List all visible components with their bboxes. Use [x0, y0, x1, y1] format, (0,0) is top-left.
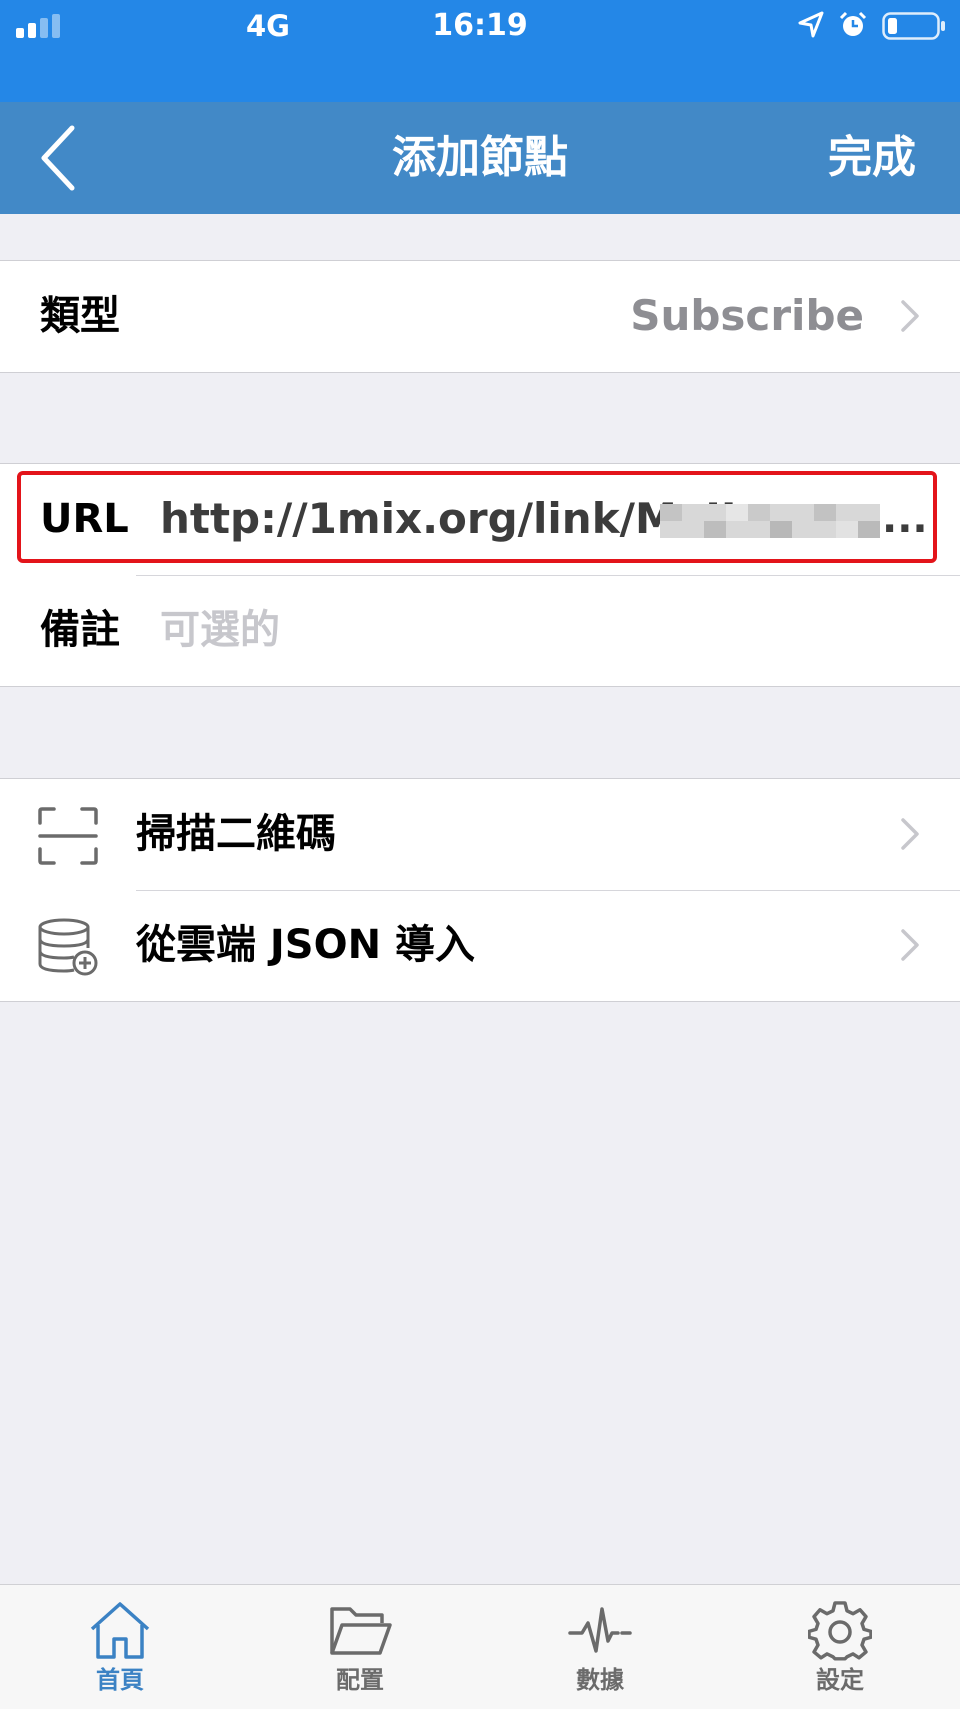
url-label: URL	[40, 496, 129, 542]
type-label: 類型	[40, 293, 120, 339]
tab-config-label: 配置	[336, 1666, 384, 1694]
navigation-bar: 添加節點 完成	[0, 102, 960, 214]
tab-settings-label: 設定	[816, 1666, 864, 1694]
note-input[interactable]	[160, 603, 920, 657]
type-row[interactable]: 類型 Subscribe	[0, 261, 960, 372]
tab-bar: 首頁 配置 數據 設定	[0, 1584, 960, 1709]
tab-data[interactable]: 數據	[480, 1585, 720, 1709]
page-title: 添加節點	[392, 132, 568, 183]
chevron-right-icon	[901, 929, 919, 961]
scan-qr-icon	[38, 807, 98, 865]
battery-icon	[882, 12, 945, 40]
import-json-row[interactable]: 從雲端 JSON 導入	[0, 890, 960, 1001]
scan-qr-label: 掃描二維碼	[136, 811, 336, 857]
note-label: 備註	[40, 607, 120, 653]
tab-home-label: 首頁	[96, 1666, 144, 1694]
tab-home[interactable]: 首頁	[0, 1585, 240, 1709]
pulse-icon	[568, 1607, 632, 1653]
tab-config[interactable]: 配置	[240, 1585, 480, 1709]
done-button[interactable]: 完成	[828, 132, 916, 184]
tab-settings[interactable]: 設定	[720, 1585, 960, 1709]
tab-data-label: 數據	[576, 1666, 624, 1694]
gear-icon	[808, 1601, 872, 1661]
chevron-right-icon	[901, 300, 919, 332]
redacted-mosaic	[660, 504, 880, 538]
url-ellipsis: ...	[882, 496, 928, 542]
folder-icon	[330, 1607, 392, 1655]
scan-qr-row[interactable]: 掃描二維碼	[0, 779, 960, 890]
home-icon	[90, 1602, 150, 1659]
type-value: Subscribe	[630, 291, 864, 340]
note-row[interactable]: 備註	[0, 575, 960, 686]
import-json-label: 從雲端 JSON 導入	[136, 922, 476, 968]
database-add-icon	[38, 918, 98, 976]
url-row[interactable]: URL http://1mix.org/link/MeIIw ...	[0, 464, 960, 575]
location-arrow-icon	[798, 11, 824, 38]
chevron-right-icon	[901, 818, 919, 850]
import-actions-group: 掃描二維碼 從雲端 JSON 導入	[0, 778, 960, 1002]
node-form-group: URL http://1mix.org/link/MeIIw ... 備註	[0, 463, 960, 687]
alarm-icon	[839, 11, 867, 36]
type-group: 類型 Subscribe	[0, 260, 960, 373]
status-bar: 4G 16:19	[0, 0, 960, 102]
